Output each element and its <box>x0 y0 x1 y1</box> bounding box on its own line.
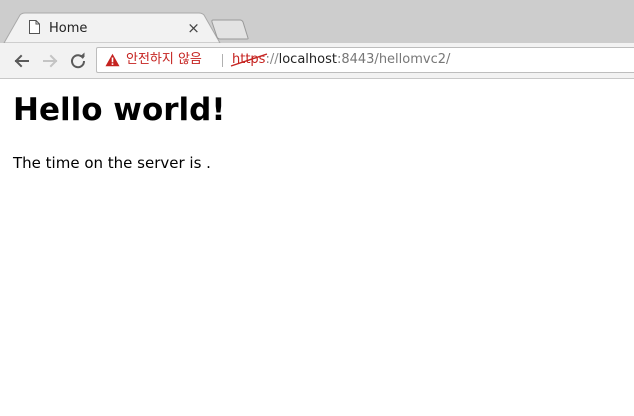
arrow-left-icon <box>14 54 29 68</box>
server-time-paragraph: The time on the server is . <box>13 154 211 172</box>
page-icon <box>29 20 40 34</box>
arrow-right-icon <box>43 54 58 68</box>
page-content: Hello world! The time on the server is . <box>0 79 634 416</box>
back-button[interactable] <box>12 51 32 71</box>
address-bar[interactable]: 안전하지 않음 https://localhost:8443/hellomvc2… <box>96 47 634 73</box>
tab-close-icon[interactable]: × <box>185 20 202 37</box>
page-title: Hello world! <box>13 92 226 128</box>
browser-window: Home × 안전하지 않음 https://localhost:8443/h… <box>0 0 634 416</box>
url-separator: :// <box>265 52 279 67</box>
reload-icon <box>71 52 86 69</box>
reload-button[interactable] <box>68 51 88 71</box>
security-status-label[interactable]: 안전하지 않음 <box>126 52 202 68</box>
warning-triangle-icon[interactable] <box>105 53 120 67</box>
new-tab-button[interactable] <box>210 19 252 40</box>
url-scheme-text: https <box>232 52 266 67</box>
url-scheme: https <box>230 52 268 68</box>
tab-strip: Home × <box>0 0 634 43</box>
url-host: localhost <box>278 52 337 67</box>
forward-button[interactable] <box>40 51 60 71</box>
url-text[interactable]: https://localhost:8443/hellomvc2/ <box>230 52 451 68</box>
omnibox-divider <box>222 54 223 67</box>
tab-title[interactable]: Home <box>49 20 87 37</box>
tab-shape <box>3 12 221 43</box>
url-path: :8443/hellomvc2/ <box>336 52 451 67</box>
browser-toolbar: 안전하지 않음 https://localhost:8443/hellomvc2… <box>0 43 634 79</box>
